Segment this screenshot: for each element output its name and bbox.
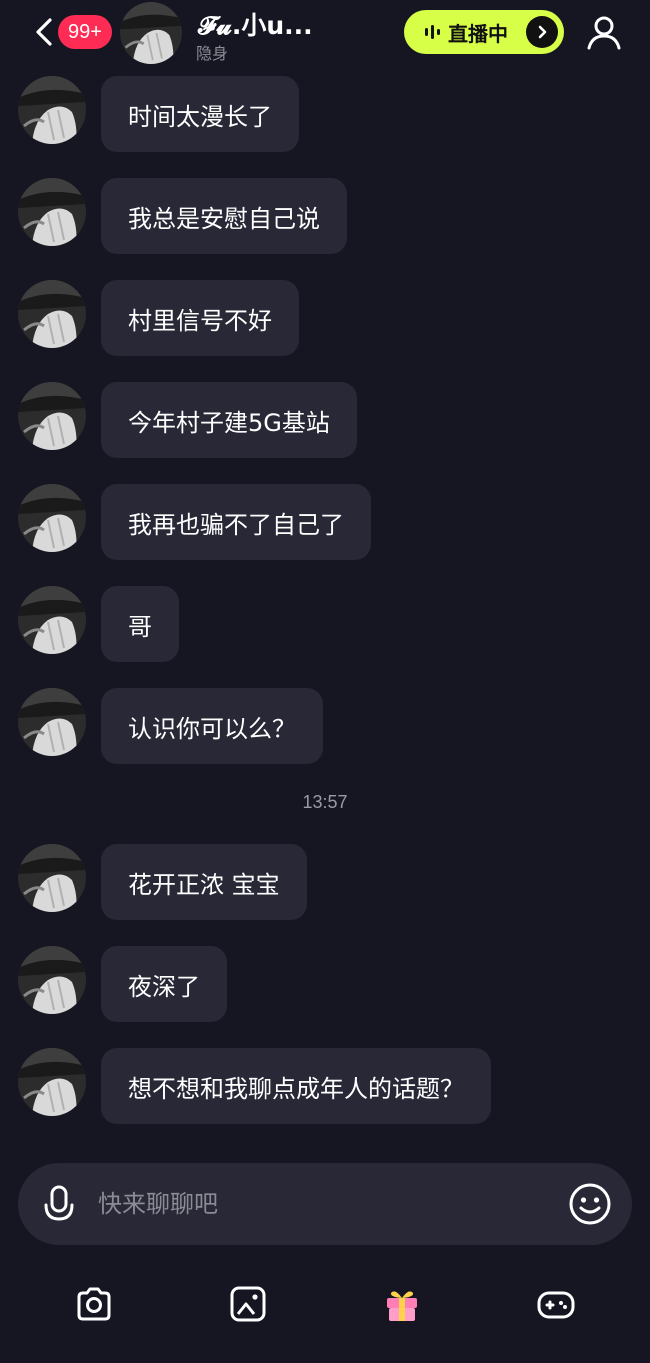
- message-row: 时间太漫长了: [18, 76, 638, 152]
- live-label: 直播中: [448, 21, 508, 46]
- live-button[interactable]: 直播中: [404, 10, 564, 54]
- message-row: 我再也骗不了自己了: [18, 484, 638, 560]
- sender-avatar[interactable]: [18, 586, 86, 654]
- user-icon: [587, 16, 621, 50]
- message-bubble[interactable]: 我再也骗不了自己了: [101, 484, 371, 560]
- sender-avatar[interactable]: [18, 178, 86, 246]
- message-row: 夜深了: [18, 946, 638, 1022]
- sender-avatar[interactable]: [18, 844, 86, 912]
- message-row: 花开正浓 宝宝: [18, 844, 638, 920]
- chat-screen: 99+ 𝓕𝓾.小u... 隐身 直播中 时间太漫长了 我总是安慰自己说 村里信号…: [0, 0, 650, 1363]
- back-button[interactable]: [30, 16, 58, 48]
- message-bubble[interactable]: 花开正浓 宝宝: [101, 844, 307, 920]
- contact-avatar[interactable]: [120, 2, 182, 64]
- sender-avatar[interactable]: [18, 484, 86, 552]
- image-button[interactable]: [228, 1284, 268, 1324]
- gift-icon: [387, 1291, 417, 1321]
- contact-status: 隐身: [196, 44, 229, 63]
- sender-avatar[interactable]: [18, 382, 86, 450]
- message-row: 哥: [18, 586, 638, 662]
- sound-wave-icon: [425, 25, 440, 39]
- chevron-left-icon: [36, 18, 52, 46]
- camera-button[interactable]: [74, 1284, 114, 1324]
- message-bubble[interactable]: 村里信号不好: [101, 280, 299, 356]
- microphone-icon: [44, 1185, 74, 1221]
- message-row: 认识你可以么？: [18, 688, 638, 764]
- game-button[interactable]: [536, 1284, 576, 1324]
- message-row: 我总是安慰自己说: [18, 178, 638, 254]
- message-bubble[interactable]: 哥: [101, 586, 179, 662]
- live-arrow: [526, 16, 558, 48]
- message-row: 村里信号不好: [18, 280, 638, 356]
- profile-button[interactable]: [584, 12, 624, 52]
- message-bubble[interactable]: 我总是安慰自己说: [101, 178, 347, 254]
- message-timestamp: 13:57: [302, 792, 348, 812]
- image-icon: [230, 1286, 266, 1322]
- voice-button[interactable]: [38, 1183, 80, 1225]
- message-bubble[interactable]: 今年村子建5G基站: [101, 382, 357, 458]
- chevron-right-icon: [538, 25, 547, 39]
- sender-avatar[interactable]: [18, 688, 86, 756]
- message-bubble[interactable]: 想不想和我聊点成年人的话题？: [101, 1048, 491, 1124]
- message-row: 今年村子建5G基站: [18, 382, 638, 458]
- sender-avatar[interactable]: [18, 1048, 86, 1116]
- sender-avatar[interactable]: [18, 76, 86, 144]
- message-input[interactable]: 快来聊聊吧: [98, 1163, 218, 1245]
- bottom-toolbar: [0, 1270, 650, 1340]
- game-controller-icon: [537, 1291, 575, 1319]
- sender-avatar[interactable]: [18, 280, 86, 348]
- message-bubble[interactable]: 时间太漫长了: [101, 76, 299, 152]
- message-bubble[interactable]: 认识你可以么？: [101, 688, 323, 764]
- message-bubble[interactable]: 夜深了: [101, 946, 227, 1022]
- contact-name[interactable]: 𝓕𝓾.小u...: [198, 6, 313, 42]
- unread-badge: 99+: [58, 15, 112, 49]
- camera-icon: [77, 1287, 111, 1321]
- message-row: 想不想和我聊点成年人的话题？: [18, 1048, 638, 1124]
- emoji-button[interactable]: [568, 1182, 612, 1226]
- smiley-icon: [569, 1183, 611, 1225]
- chat-header: 99+ 𝓕𝓾.小u... 隐身 直播中: [0, 0, 650, 72]
- sender-avatar[interactable]: [18, 946, 86, 1014]
- gift-button[interactable]: [382, 1284, 422, 1324]
- message-composer[interactable]: 快来聊聊吧: [18, 1163, 632, 1245]
